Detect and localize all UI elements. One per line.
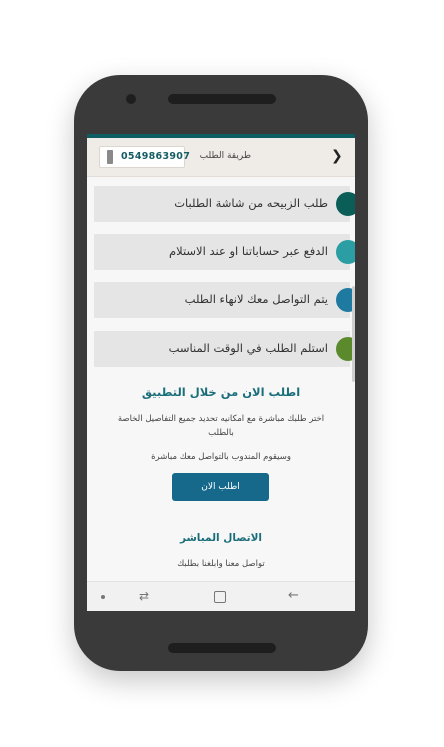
camera-icon <box>126 94 136 104</box>
step-item-4: استلم الطلب في الوقت المناسب <box>94 331 355 367</box>
home-icon[interactable] <box>214 591 226 603</box>
step-item-2: الدفع عبر حساباتنا او عند الاستلام <box>94 234 355 270</box>
step-label: يتم التواصل معك لانهاء الطلب <box>184 292 328 306</box>
phone-icon <box>107 150 113 164</box>
top-speaker <box>168 94 276 104</box>
page-title: طريقة الطلب <box>199 151 251 161</box>
app-header: 0549863907 طريقة الطلب ❯ <box>87 138 355 177</box>
chevron-right-icon[interactable]: ❯ <box>331 148 343 164</box>
app-screen: 0549863907 طريقة الطلب ❯ طلب الزبيحه من … <box>87 134 355 611</box>
order-section-title: اطلب الان من خلال التطبيق <box>141 385 301 399</box>
order-note: وسيقوم المندوب بالتواصل معك مباشرة <box>151 452 291 462</box>
phone-number-badge[interactable]: 0549863907 <box>99 146 190 168</box>
bottom-speaker <box>168 643 276 653</box>
step-label: استلم الطلب في الوقت المناسب <box>168 341 328 355</box>
phone-number: 0549863907 <box>121 151 191 162</box>
step-label: طلب الزبيحه من شاشة الطلبات <box>174 196 328 210</box>
system-navbar: ⇄ ← <box>87 581 355 611</box>
scrollbar[interactable] <box>352 286 355 382</box>
recent-apps-icon[interactable]: ⇄ <box>139 589 149 603</box>
step-item-1: طلب الزبيحه من شاشة الطلبات <box>94 186 355 222</box>
order-now-button[interactable]: اطلب الان <box>172 473 269 501</box>
step-label: الدفع عبر حساباتنا او عند الاستلام <box>168 244 328 258</box>
step-item-3: يتم التواصل معك لانهاء الطلب <box>94 282 355 318</box>
contact-section-title: الاتصال المباشر <box>179 532 263 544</box>
contact-subtitle: تواصل معنا وابلغنا بطلبك <box>177 559 265 569</box>
step-dot-icon <box>336 240 355 264</box>
step-dot-icon <box>336 192 355 216</box>
order-description: اختر طلبك مباشرة مع امكانيه تحديد جميع ا… <box>117 414 325 438</box>
back-arrow-icon[interactable]: ← <box>288 588 299 603</box>
dot-icon[interactable] <box>101 595 105 599</box>
